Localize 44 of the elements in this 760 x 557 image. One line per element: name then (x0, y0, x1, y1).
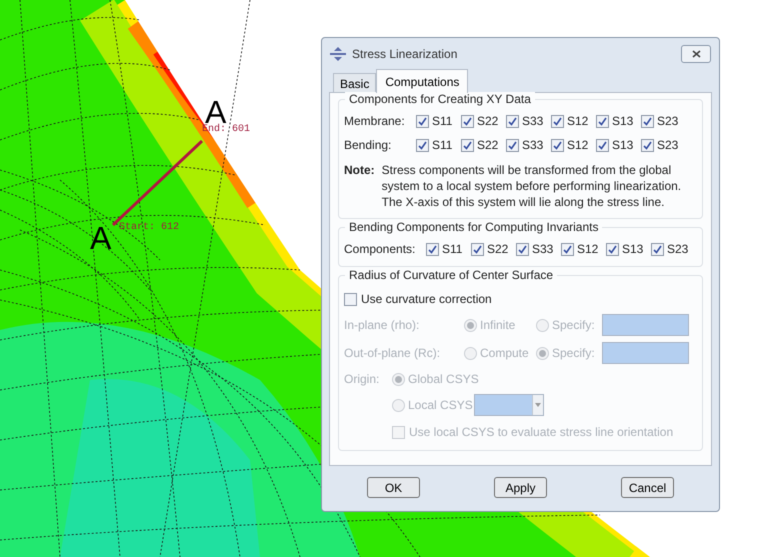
tab[interactable]: Basic (333, 73, 376, 93)
checkbox-label: S23 (667, 241, 688, 258)
dialog-button[interactable]: OK (367, 477, 420, 498)
dialog-button[interactable]: Cancel (621, 477, 674, 498)
checkbox-label: S13 (622, 241, 644, 258)
checkbox-label: S12 (567, 137, 588, 154)
row-label: In-plane (rho): (344, 317, 420, 334)
checkbox-label: Use curvature correction (361, 291, 492, 308)
note-label: Note: (344, 162, 375, 179)
checkbox-label: S12 (567, 113, 588, 130)
radio-label: Local CSYS (408, 397, 473, 414)
node-label: Start: 612 (119, 223, 180, 233)
radio-label: Global CSYS (408, 371, 479, 388)
radio-label: Specify: (552, 317, 595, 334)
checkbox-label: S33 (522, 137, 544, 154)
tab[interactable]: Computations (376, 69, 468, 93)
radio-label: Infinite (480, 317, 516, 334)
checkbox-label: S22 (487, 241, 508, 258)
dialog-button[interactable]: Apply (494, 477, 547, 498)
row-label: Bending: (344, 137, 392, 154)
checkbox-label: S11 (442, 241, 462, 258)
checkbox-label: S22 (477, 137, 498, 154)
row-label: Origin: (344, 371, 380, 388)
radio-label: Compute (480, 345, 529, 362)
checkbox-label: S13 (612, 137, 634, 154)
checkbox-label: S33 (532, 241, 554, 258)
group-title: Bending Components for Computing Invariants (345, 220, 602, 235)
group-title: Components for Creating XY Data (345, 92, 535, 107)
checkbox-label: S23 (657, 113, 678, 130)
row-label: Membrane: (344, 113, 406, 130)
checkbox-label: S13 (612, 113, 634, 130)
note-text: Stress components will be transformed from the global system to a local system before performing linearization. The X-axis of this system will lie along the stress line. (382, 162, 682, 210)
point-label: A (90, 222, 112, 254)
checkbox-label: S11 (432, 137, 452, 154)
checkbox-label: S11 (432, 113, 452, 130)
checkbox-label: S22 (477, 113, 498, 130)
checkbox-label: S12 (577, 241, 598, 258)
row-label: Out-of-plane (Rc): (344, 345, 442, 362)
radio-label: Specify: (552, 345, 595, 362)
row-label: Components: (344, 241, 416, 258)
checkbox-label: Use local CSYS to evaluate stress line orientation (409, 424, 674, 441)
checkbox-label: S33 (522, 113, 544, 130)
checkbox-label: S23 (657, 137, 678, 154)
window-title: Stress Linearization (352, 46, 458, 62)
